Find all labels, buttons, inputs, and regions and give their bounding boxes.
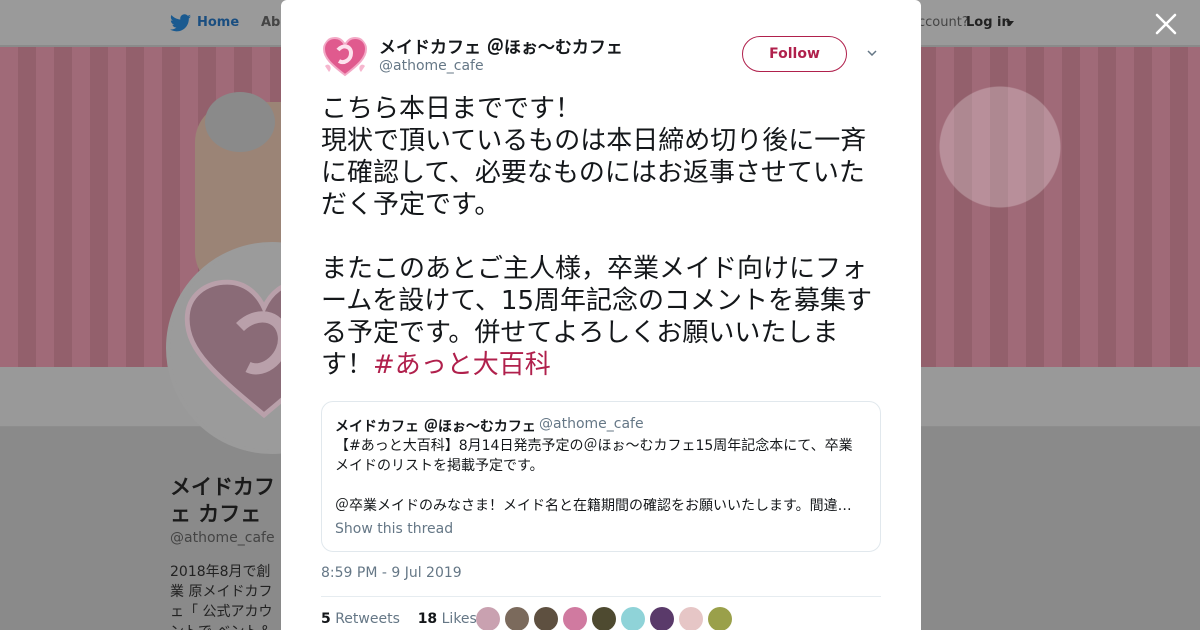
tweet-body: こちら本日までです！ 現状で頂いているものは本日締め切り後に一斉に確認して、必要… — [321, 94, 873, 380]
account-prompt: ccount? — [918, 15, 969, 30]
profile-handle: @athome_cafe — [170, 530, 275, 546]
liker-avatar[interactable] — [563, 607, 587, 630]
liker-avatar[interactable] — [679, 607, 703, 630]
chevron-down-icon[interactable] — [867, 50, 877, 56]
likes-stat[interactable]: 18 Likes — [418, 611, 477, 627]
liker-avatar[interactable] — [505, 607, 529, 630]
liker-avatar[interactable] — [534, 607, 558, 630]
hashtag-link[interactable]: #あっと大百科 — [373, 350, 551, 380]
liker-avatar[interactable] — [621, 607, 645, 630]
liker-avatar[interactable] — [708, 607, 732, 630]
login-link[interactable]: Log in — [966, 15, 1011, 30]
tweet-stats: 5 Retweets 18 Likes — [321, 611, 477, 627]
liker-avatar[interactable] — [592, 607, 616, 630]
liker-avatar[interactable] — [650, 607, 674, 630]
author-name[interactable]: メイドカフェ ＠ほぉ～むカフェ — [379, 33, 623, 58]
retweets-label: Retweets — [335, 611, 400, 627]
liker-avatar[interactable] — [476, 607, 500, 630]
follow-button[interactable]: Follow — [742, 36, 847, 72]
quoted-author-name: メイドカフェ ＠ほぉ～むカフェ — [335, 419, 536, 435]
likes-label: Likes — [441, 611, 477, 627]
login-caret-icon[interactable] — [1006, 21, 1014, 26]
author-avatar[interactable] — [321, 32, 369, 80]
twitter-bird-icon — [170, 14, 191, 32]
tweet-timestamp[interactable]: 8:59 PM - 9 Jul 2019 — [321, 565, 462, 581]
tweet-modal: メイドカフェ ＠ほぉ～むカフェ @athome_cafe Follow こちら本… — [281, 0, 921, 630]
author-handle[interactable]: @athome_cafe — [379, 58, 484, 74]
tweet-text: こちら本日までです！ 現状で頂いているものは本日締め切り後に一斉に確認して、必要… — [321, 93, 886, 381]
quoted-tweet-text: 【#あっと大百科】8月14日発売予定の＠ほぉ～むカフェ15周年記念本にて、卒業メ… — [335, 438, 853, 514]
profile-bio: 2018年8月で創業 原メイドカフェ「 公式アカウントで ベント＆新製品情 — [170, 564, 273, 630]
stats-divider — [321, 596, 881, 597]
quoted-author-handle: @athome_cafe — [539, 416, 644, 432]
quoted-tweet[interactable]: メイドカフェ ＠ほぉ～むカフェ @athome_cafe 【#あっと大百科】8月… — [321, 401, 881, 552]
nav-home-link[interactable]: Home — [197, 15, 239, 30]
profile-name: メイドカフェ カフェ — [170, 475, 275, 526]
retweets-count: 5 — [321, 611, 331, 627]
show-thread-link[interactable]: Show this thread — [335, 521, 453, 537]
retweets-stat[interactable]: 5 Retweets — [321, 611, 400, 627]
close-icon[interactable] — [1153, 11, 1179, 37]
likes-count: 18 — [417, 611, 438, 627]
